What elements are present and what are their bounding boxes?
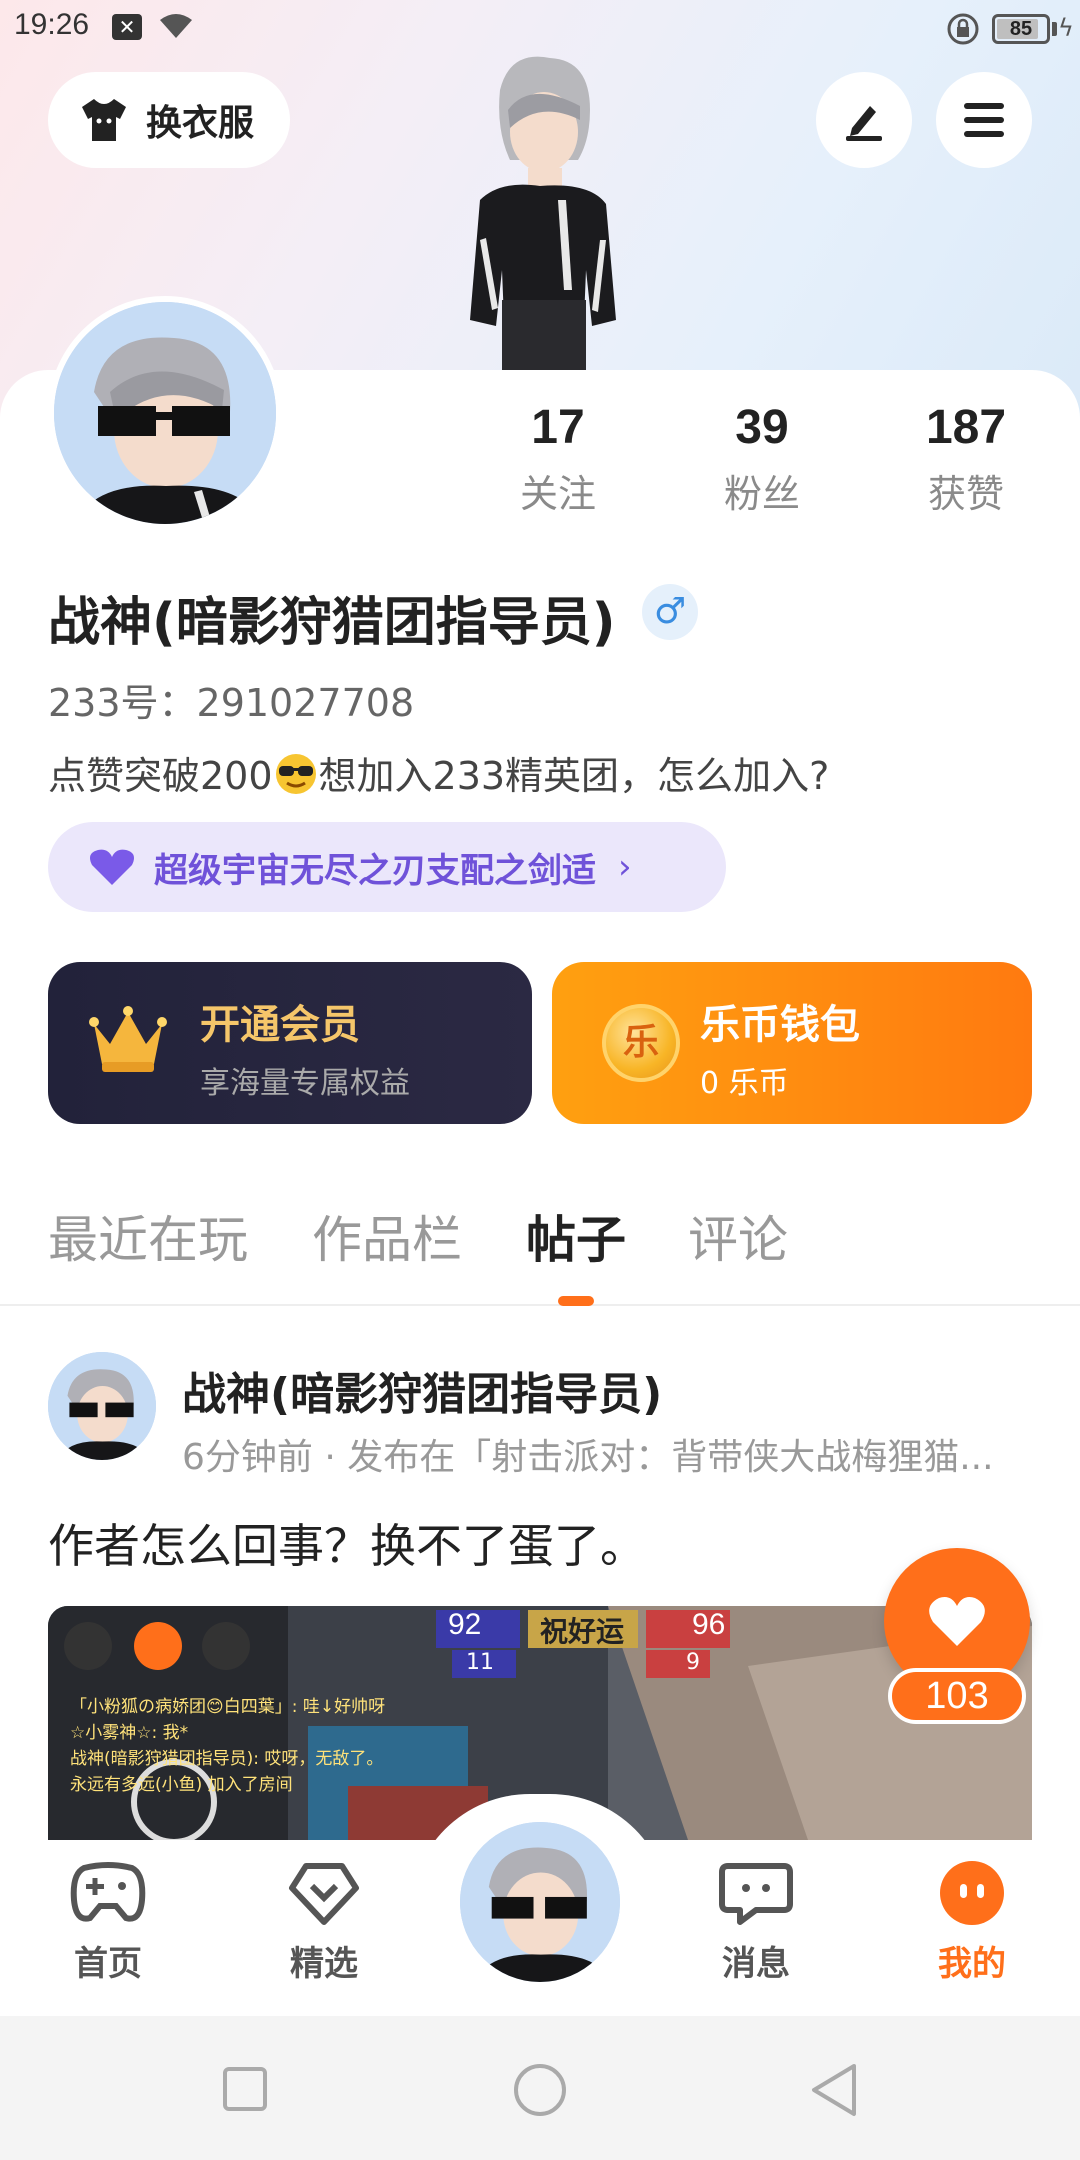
team-right-score: 96	[692, 1608, 726, 1641]
tab-posts[interactable]: 帖子	[526, 1200, 626, 1272]
username: 战神(暗影狩猎团指导员)	[48, 593, 616, 653]
wifi-icon	[160, 14, 192, 38]
profile-tabs: 最近在玩 作品栏 帖子 评论	[0, 1200, 1080, 1306]
heart-diamond-icon	[289, 1863, 359, 1925]
coin-icon: 乐	[602, 1004, 680, 1082]
rotation-lock-icon	[947, 13, 979, 45]
edit-profile-button[interactable]	[816, 72, 912, 168]
chevron-right-icon: ›	[618, 847, 632, 887]
bio: 点赞突破200 想加入233精英团，怎么加入?	[48, 745, 829, 800]
stat-likes-value: 187	[925, 401, 1007, 454]
nav-messages-label: 消息	[722, 1944, 790, 1984]
stat-following-label: 关注	[519, 472, 596, 516]
status-bar: 19:26 ✕ 85 ϟ	[0, 0, 1080, 56]
chat-line: 「小粉狐の病娇团😊白四葉」: 哇↓好帅呀	[70, 1697, 386, 1717]
post-text[interactable]: 作者怎么回事？换不了蛋了。	[48, 1510, 646, 1576]
stat-following[interactable]: 17 关注	[478, 400, 638, 518]
wallet-balance: 0 乐币	[700, 1066, 789, 1101]
like-count: 103	[888, 1668, 1026, 1724]
stat-followers[interactable]: 39 粉丝	[682, 400, 842, 518]
post-author-avatar[interactable]	[48, 1352, 156, 1460]
chat-icon	[719, 1863, 793, 1925]
post-meta[interactable]: 6分钟前 · 发布在「射击派对：背带侠大战梅狸猫...	[182, 1428, 1080, 1480]
nav-featured-label: 精选	[290, 1944, 358, 1984]
stat-followers-value: 39	[735, 401, 789, 454]
vip-membership-card[interactable]: 开通会员 享海量专属权益	[48, 962, 532, 1124]
profile-avatar[interactable]	[48, 296, 282, 530]
nav-me[interactable]: 我的	[902, 1860, 1042, 1985]
team-left-score: 92	[448, 1608, 482, 1641]
stat-likes[interactable]: 187 获赞	[886, 400, 1046, 518]
pencil-icon	[846, 106, 882, 141]
stat-following-value: 17	[531, 401, 585, 454]
bio-text-before: 点赞突破200	[48, 754, 273, 798]
tab-works[interactable]: 作品栏	[312, 1200, 462, 1272]
title-tag-pill[interactable]: 超级宇宙无尽之刃支配之剑适 ›	[48, 822, 726, 912]
battery-level: 85	[1009, 18, 1033, 40]
notification-x-icon: ✕	[112, 14, 142, 40]
tab-recently-played[interactable]: 最近在玩	[48, 1200, 248, 1272]
nav-featured[interactable]: 精选	[254, 1860, 394, 1985]
coin-wallet-card[interactable]: 乐 乐币钱包 0 乐币	[552, 962, 1032, 1124]
post-author-name[interactable]: 战神(暗影狩猎团指导员)	[182, 1358, 662, 1422]
status-time: 19:26	[14, 8, 90, 41]
battery-tip	[1052, 22, 1057, 36]
recent-apps-icon[interactable]	[222, 2066, 268, 2112]
profile-face-icon	[940, 1861, 1004, 1925]
sunglasses-emoji-icon	[273, 753, 319, 795]
team-left-players: 11	[466, 1650, 494, 1675]
stat-followers-label: 粉丝	[723, 472, 800, 516]
avatar-character[interactable]	[440, 50, 640, 372]
nav-messages[interactable]: 消息	[686, 1860, 826, 1985]
game-banner: 祝好运	[540, 1615, 625, 1648]
wallet-title: 乐币钱包	[700, 1002, 860, 1048]
avatar-image	[48, 1352, 156, 1460]
heart-icon	[929, 1597, 985, 1646]
user-id[interactable]: 233号：291027708	[48, 672, 414, 727]
nav-me-label: 我的	[938, 1944, 1006, 1984]
vip-title: 开通会员	[200, 1002, 360, 1048]
back-icon[interactable]	[808, 2062, 860, 2118]
change-outfit-button[interactable]: 换衣服	[48, 72, 290, 168]
team-right-players: 9	[686, 1650, 700, 1675]
tshirt-icon	[82, 99, 126, 141]
avatar-image	[460, 1822, 620, 1982]
male-gender-icon: ♂	[642, 584, 698, 640]
nav-avatar-button[interactable]	[454, 1816, 626, 1988]
stat-likes-label: 获赞	[927, 472, 1004, 516]
purple-heart-icon	[90, 849, 134, 885]
battery-icon: 85	[992, 14, 1050, 44]
charging-icon: ϟ	[1058, 14, 1074, 42]
crown-icon	[89, 1006, 167, 1072]
change-outfit-label: 换衣服	[146, 103, 255, 144]
bio-text-after: 想加入233精英团，怎么加入?	[318, 754, 830, 798]
chat-line: 战神(暗影狩猎团指导员): 哎呀，无敌了。	[70, 1749, 384, 1769]
avatar-image	[54, 302, 276, 524]
tab-comments[interactable]: 评论	[688, 1200, 788, 1272]
chat-line: 永远有多远(小鱼) 加入了房间	[70, 1775, 293, 1795]
game-chat: 「小粉狐の病娇团😊白四葉」: 哇↓好帅呀 ☆小雾神☆: 我* 战神(暗影狩猎团指…	[70, 1694, 385, 1798]
home-icon[interactable]	[512, 2062, 568, 2118]
vip-subtitle: 享海量专属权益	[200, 1066, 410, 1101]
title-tag-label: 超级宇宙无尽之刃支配之剑适	[154, 850, 596, 891]
menu-icon	[964, 103, 1004, 137]
active-tab-indicator	[558, 1296, 594, 1306]
nav-home-label: 首页	[74, 1944, 142, 1984]
menu-button[interactable]	[936, 72, 1032, 168]
nav-home[interactable]: 首页	[38, 1860, 178, 1985]
gamepad-icon	[70, 1862, 146, 1922]
chat-line: ☆小雾神☆: 我*	[70, 1723, 189, 1743]
system-navigation-bar	[0, 2016, 1080, 2160]
